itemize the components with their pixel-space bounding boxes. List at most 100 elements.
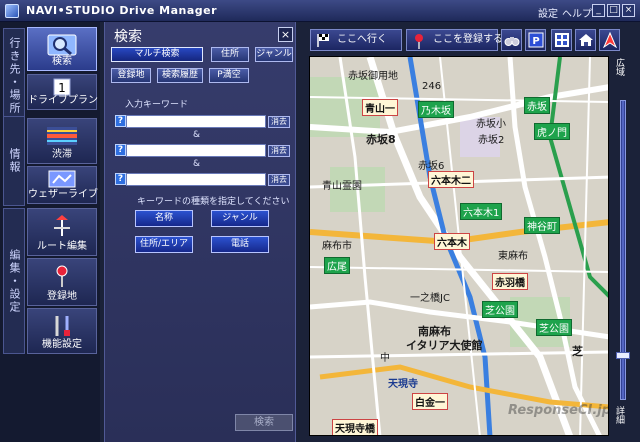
zoom-thumb[interactable] [616, 351, 630, 359]
tab-genre[interactable]: ジャンル [255, 47, 293, 62]
help-icon[interactable]: ? [115, 144, 126, 156]
go-here-button[interactable]: ここへ行く [310, 29, 402, 51]
checkered-flag-icon [317, 34, 329, 47]
group-info: 情報 [3, 116, 25, 206]
compass-arrow-icon [603, 32, 617, 48]
nav-traffic-label: 渋滞 [52, 149, 72, 160]
map-info-button[interactable] [551, 29, 572, 51]
map-toolbar: ここへ行く ここを登録する P [300, 22, 640, 56]
amp-label-2: & [193, 159, 201, 169]
nav-route-edit[interactable]: ルート編集 [27, 208, 97, 256]
watermark: ResponseCI.jp [508, 403, 609, 418]
map-label: 赤坂御用地 [348, 71, 398, 82]
pin-icon [56, 265, 68, 287]
map-label: 麻布市 [322, 241, 352, 252]
map-label: 東麻布 [498, 251, 528, 262]
nav-weather-live[interactable]: ウェザーライブ [27, 166, 98, 204]
tab-address[interactable]: 住所 [211, 47, 249, 62]
map-label: 青山霊園 [322, 181, 362, 192]
route-edit-icon [54, 215, 70, 236]
map-label: 六本木二 [428, 171, 474, 188]
tab-registered[interactable]: 登録地 [111, 68, 151, 83]
home-icon [579, 34, 593, 46]
zoom-wide-label: 広域 [614, 58, 624, 76]
map-label: イタリア大使館 [406, 339, 483, 352]
nav-search[interactable]: 検索 [27, 27, 97, 71]
app-logo-icon [5, 4, 19, 18]
nav-weather-live-label: ウェザーライブ [28, 189, 98, 200]
help-icon[interactable]: ? [115, 173, 126, 185]
nav-search-label: 検索 [52, 56, 72, 67]
type-address-area-button[interactable]: 住所/エリア [135, 236, 193, 253]
map-label: 芝 [572, 345, 583, 358]
menu-settings[interactable]: 設定 [538, 5, 558, 20]
svg-text:P: P [532, 36, 539, 47]
map-label: 芝公園 [536, 319, 572, 336]
nav-route-edit-label: ルート編集 [37, 241, 87, 252]
maximize-button[interactable]: □ [607, 4, 620, 17]
map-label: 赤坂8 [366, 133, 396, 146]
map-label: 神谷町 [524, 217, 560, 234]
register-pin-icon [415, 34, 423, 49]
nav-drive-plan[interactable]: 1 ドライブプラン [27, 74, 98, 110]
nav-drive-plan-label: ドライブプラン [28, 95, 98, 106]
nav-traffic[interactable]: 渋滞 [27, 118, 97, 164]
window-close-button[interactable]: × [622, 4, 635, 17]
map-label: 246 [422, 81, 442, 92]
group-destination: 行き先・場所 [3, 28, 25, 124]
map-label: 中 [380, 353, 390, 364]
map-label: 一之橋JC [410, 293, 450, 304]
map-label: 乃木坂 [418, 101, 454, 118]
binoculars-icon [504, 37, 520, 46]
minimize-button[interactable]: _ [592, 4, 605, 17]
panel-close-button[interactable]: × [278, 27, 293, 42]
title-bar: NAVI•STUDIO Drive Manager 設定 ヘルプ _ □ × [0, 0, 640, 22]
nav-function-settings[interactable]: 機能設定 [27, 308, 97, 354]
parking-button[interactable]: P [525, 29, 546, 51]
map-label: 赤羽橋 [492, 273, 528, 290]
tab-multi-search[interactable]: マルチ検索 [111, 47, 203, 62]
keyword-input-2[interactable] [126, 144, 266, 157]
register-here-label: ここを登録する [433, 34, 503, 45]
type-genre-button[interactable]: ジャンル [211, 210, 269, 227]
search-button[interactable]: 検索 [235, 414, 293, 431]
zoom-control[interactable]: 広域 詳細 [612, 56, 636, 436]
menu-help[interactable]: ヘルプ [562, 5, 592, 20]
keyword-type-prompt: キーワードの種類を指定してください [137, 197, 290, 207]
app-title: NAVI•STUDIO Drive Manager [26, 4, 218, 17]
type-name-button[interactable]: 名称 [135, 210, 193, 227]
map-label: 赤坂 [524, 97, 550, 114]
left-nav: 行き先・場所 情報 編集・設定 検索 1 ドライブプラン 渋滞 ウェザーライブ [0, 22, 100, 442]
map-label: 赤坂6 [418, 161, 445, 172]
search-panel: 検索 × マルチ検索 住所 ジャンル 登録地 検索履歴 P満空 入力キーワード … [104, 22, 296, 442]
clear-button-2[interactable]: 消去 [268, 145, 290, 157]
go-here-label: ここへ行く [337, 34, 387, 45]
map-label: 六本木1 [460, 203, 503, 220]
nav-registered-places-label: 登録地 [47, 291, 77, 302]
map-label: 青山一 [362, 99, 398, 116]
clear-button-1[interactable]: 消去 [268, 116, 290, 128]
map-label: 虎ノ門 [534, 123, 570, 140]
tab-parking-status[interactable]: P満空 [209, 68, 249, 83]
help-icon[interactable]: ? [115, 115, 126, 127]
nav-function-settings-label: 機能設定 [42, 339, 82, 350]
map-label: 赤坂2 [478, 135, 505, 146]
clear-button-3[interactable]: 消去 [268, 174, 290, 186]
register-here-button[interactable]: ここを登録する [406, 29, 503, 51]
map-label: 天現寺橋 [332, 419, 378, 435]
north-up-button[interactable] [599, 29, 620, 51]
home-button[interactable] [575, 29, 596, 51]
keyword-input-1[interactable] [126, 115, 266, 128]
group-edit-settings: 編集・設定 [3, 208, 25, 354]
tab-search-history[interactable]: 検索履歴 [157, 68, 203, 83]
map-label: 天現寺 [388, 379, 418, 390]
zoom-detail-label: 詳細 [614, 406, 624, 424]
amp-label-1: & [193, 130, 201, 140]
map-view[interactable]: 赤坂御用地 青山一 246 乃木坂 赤坂 赤坂8 赤坂小 赤坂2 虎ノ門 赤坂6… [309, 56, 609, 436]
keyword-input-3[interactable] [126, 173, 266, 186]
type-phone-button[interactable]: 電話 [211, 236, 269, 253]
map-label: 芝公園 [482, 301, 518, 318]
binoculars-button[interactable] [501, 29, 522, 51]
nav-registered-places[interactable]: 登録地 [27, 258, 97, 306]
parking-icon: P [528, 32, 544, 48]
